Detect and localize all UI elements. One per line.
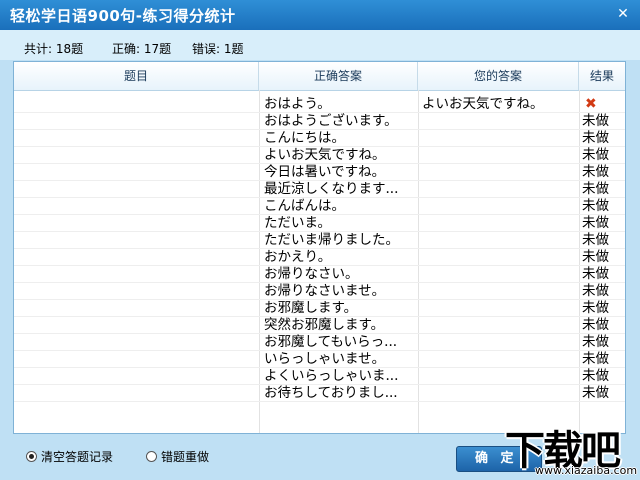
- watermark-logo: 下载吧 www.xiazaiba.com: [505, 418, 637, 480]
- table-row[interactable]: よくいらっしゃいま... 未做: [14, 368, 625, 385]
- result-cell: 未做: [582, 147, 609, 163]
- table-row[interactable]: こんばんは。 未做: [14, 198, 625, 215]
- your-answer-cell: [422, 283, 578, 299]
- correct-answer-cell: ただいま帰りました。: [264, 232, 399, 248]
- table-row[interactable]: こんにちは。 未做: [14, 130, 625, 147]
- table-row[interactable]: おかえり。 未做: [14, 249, 625, 266]
- result-cell: 未做: [582, 130, 609, 146]
- results-table: 题目 正确答案 您的答案 结果 おはよう。 よいお天気ですね。 ✖ おはようございます…: [13, 61, 626, 434]
- result-cell: 未做: [582, 181, 609, 197]
- result-cell: 未做: [582, 368, 609, 384]
- radio-unselected-icon: [146, 451, 157, 462]
- your-answer-cell: [422, 181, 578, 197]
- result-cell: 未做: [582, 300, 609, 316]
- result-cell: 未做: [582, 283, 609, 299]
- correct-answer-cell: お邪魔します。: [264, 300, 358, 316]
- result-cell: 未做: [582, 249, 609, 265]
- summary-bar: 共计: 18题 正确: 17题 错误: 1题: [0, 30, 640, 60]
- correct-answer-cell: 突然お邪魔します。: [264, 317, 385, 333]
- table-row[interactable]: 今日は暑いですね。 未做: [14, 164, 625, 181]
- header-your-answer[interactable]: 您的答案: [418, 62, 579, 90]
- close-icon[interactable]: ✕: [612, 4, 634, 24]
- table-row[interactable]: ただいま。 未做: [14, 215, 625, 232]
- wrong-count: 错误: 1题: [192, 42, 244, 56]
- radio-clear-label: 清空答题记录: [41, 450, 114, 464]
- correct-answer-cell: おはよう。: [264, 96, 331, 112]
- your-answer-cell: [422, 249, 578, 265]
- your-answer-cell: [422, 232, 578, 248]
- your-answer-cell: [422, 198, 578, 214]
- correct-answer-cell: よくいらっしゃいま...: [264, 368, 399, 384]
- your-answer-cell: [422, 266, 578, 282]
- header-correct-answer[interactable]: 正确答案: [259, 62, 418, 90]
- table-row[interactable]: お邪魔してもいらっ... 未做: [14, 334, 625, 351]
- correct-answer-cell: いらっしゃいませ。: [264, 351, 386, 367]
- result-cell: 未做: [582, 317, 609, 333]
- radio-clear-records[interactable]: 清空答题记录: [26, 448, 113, 465]
- correct-answer-cell: お帰りなさいませ。: [264, 283, 386, 299]
- table-row[interactable]: お待ちしておりまし... 未做: [14, 385, 625, 402]
- window-title: 轻松学日语900句-练习得分统计: [10, 7, 236, 25]
- correct-answer-cell: おはようございます。: [264, 113, 398, 129]
- table-row[interactable]: いらっしゃいませ。 未做: [14, 351, 625, 368]
- table-row[interactable]: おはよう。 よいお天気ですね。 ✖: [14, 96, 625, 113]
- result-cell: 未做: [582, 334, 609, 350]
- table-row[interactable]: ただいま帰りました。 未做: [14, 232, 625, 249]
- total-count: 共计: 18题: [24, 42, 84, 56]
- correct-answer-cell: おかえり。: [264, 249, 332, 265]
- radio-selected-icon: [26, 451, 37, 462]
- correct-answer-cell: よいお天気ですね。: [264, 147, 386, 163]
- result-cell: ✖: [585, 96, 597, 112]
- header-question[interactable]: 题目: [14, 62, 259, 90]
- result-cell: 未做: [582, 385, 609, 401]
- your-answer-cell: [422, 385, 578, 401]
- correct-answer-cell: お待ちしておりまし...: [264, 385, 398, 401]
- correct-count: 正确: 17题: [112, 42, 172, 56]
- title-bar: 轻松学日语900句-练习得分统计 ✕: [0, 0, 640, 30]
- correct-answer-cell: 今日は暑いですね。: [264, 164, 386, 180]
- correct-answer-cell: お帰りなさい。: [264, 266, 359, 282]
- table-row[interactable]: 突然お邪魔します。 未做: [14, 317, 625, 334]
- table-row[interactable]: よいお天気ですね。 未做: [14, 147, 625, 164]
- result-cell: 未做: [582, 232, 609, 248]
- correct-answer-cell: お邪魔してもいらっ...: [264, 334, 398, 350]
- correct-answer-cell: ただいま。: [264, 215, 331, 231]
- your-answer-cell: [422, 130, 578, 146]
- your-answer-cell: [422, 368, 578, 384]
- result-cell: 未做: [582, 198, 609, 214]
- header-result[interactable]: 结果: [579, 62, 625, 90]
- table-row[interactable]: お邪魔します。 未做: [14, 300, 625, 317]
- your-answer-cell: [422, 317, 578, 333]
- result-cell: 未做: [582, 215, 609, 231]
- correct-answer-cell: こんばんは。: [264, 198, 345, 214]
- table-row[interactable]: おはようございます。 未做: [14, 113, 625, 130]
- your-answer-cell: [422, 351, 578, 367]
- table-row[interactable]: 最近涼しくなります... 未做: [14, 181, 625, 198]
- result-cell: 未做: [582, 164, 609, 180]
- your-answer-cell: [422, 215, 578, 231]
- table-row[interactable]: お帰りなさいませ。 未做: [14, 283, 625, 300]
- your-answer-cell: [422, 113, 578, 129]
- result-cell: 未做: [582, 351, 609, 367]
- table-row[interactable]: お帰りなさい。 未做: [14, 266, 625, 283]
- watermark-url: www.xiazaiba.com: [535, 464, 638, 477]
- your-answer-cell: よいお天気ですね。: [422, 96, 544, 112]
- your-answer-cell: [422, 147, 578, 163]
- radio-redo-label: 错题重做: [161, 450, 210, 464]
- table-header: 题目 正确答案 您的答案 结果: [14, 62, 625, 91]
- radio-redo-wrong[interactable]: 错题重做: [146, 448, 209, 465]
- result-cell: 未做: [582, 266, 609, 282]
- result-cell: 未做: [582, 113, 609, 129]
- your-answer-cell: [422, 300, 578, 316]
- correct-answer-cell: 最近涼しくなります...: [264, 181, 399, 197]
- your-answer-cell: [422, 164, 578, 180]
- correct-answer-cell: こんにちは。: [264, 130, 345, 146]
- your-answer-cell: [422, 334, 578, 350]
- table-body: おはよう。 よいお天気ですね。 ✖ おはようございます。 未做 こんにちは。 未做 よいお天気…: [14, 96, 625, 402]
